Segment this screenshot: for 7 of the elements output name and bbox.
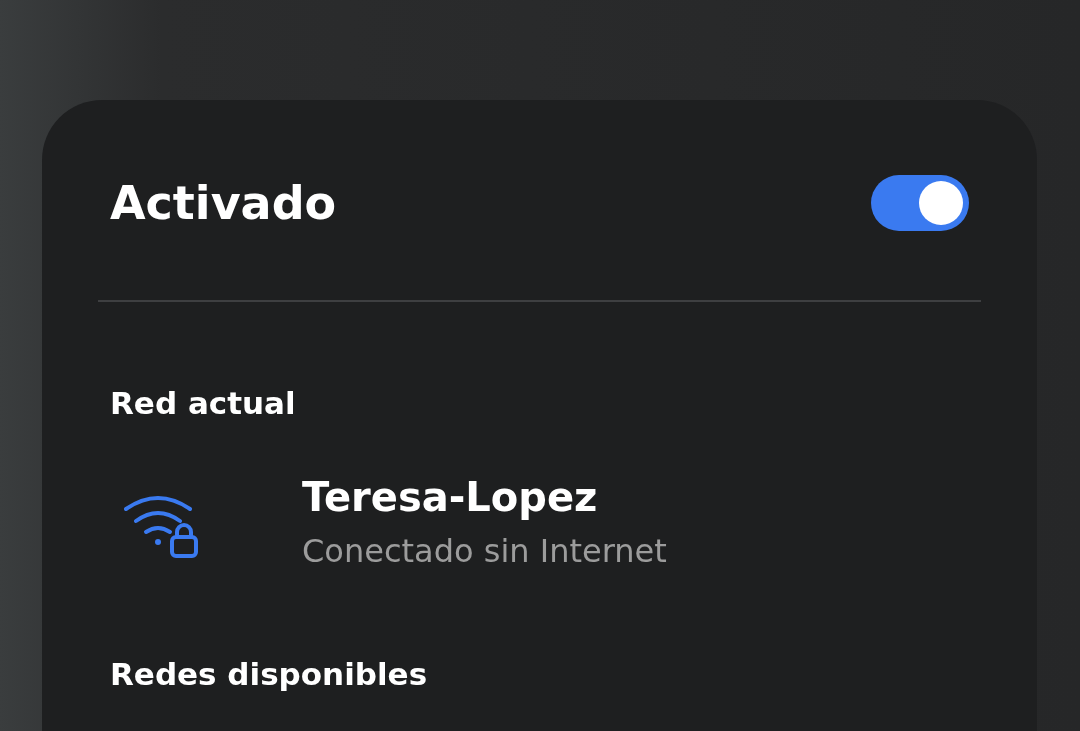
switch-label: Activado (110, 174, 337, 232)
section-heading: Redes disponibles (110, 654, 429, 694)
section-heading: Red actual (110, 384, 297, 423)
toggle-switch[interactable] (871, 175, 969, 231)
network-status: Conectado sin Internet (302, 530, 667, 572)
network-name: Teresa-Lopez (302, 472, 599, 522)
current-network-item[interactable]: Teresa-Lopez Conectado sin Internet (122, 474, 981, 577)
